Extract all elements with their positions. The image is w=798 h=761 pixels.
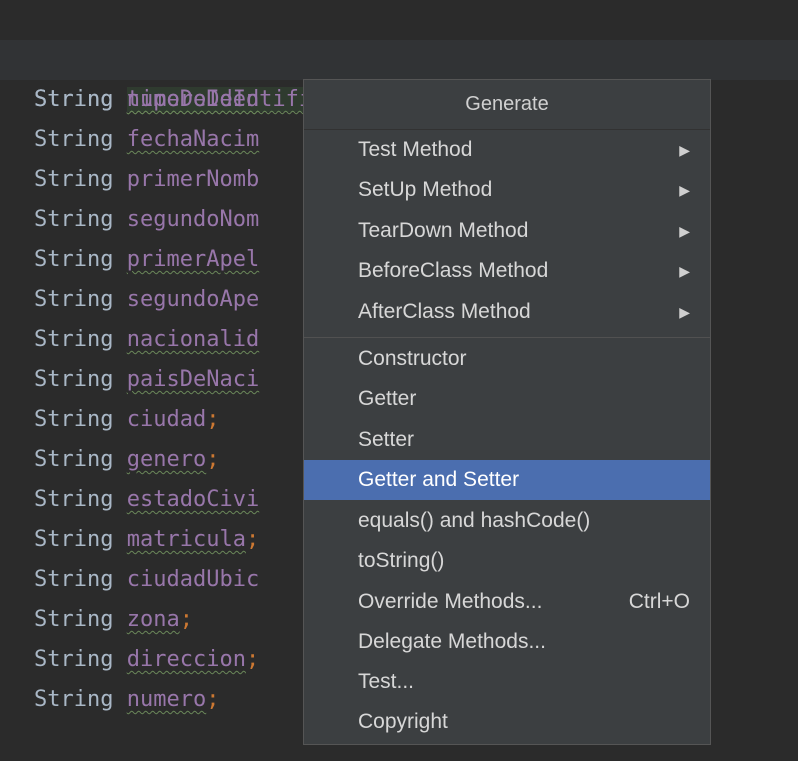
menu-separator bbox=[304, 337, 710, 338]
submenu-arrow-icon: ▶ bbox=[679, 223, 690, 239]
type-keyword: String bbox=[34, 327, 114, 352]
type-keyword: String bbox=[34, 447, 114, 472]
field-name[interactable]: fechaNacim bbox=[127, 127, 259, 152]
type-keyword: String bbox=[34, 87, 114, 112]
shortcut-label: Ctrl+O bbox=[628, 590, 690, 613]
semicolon: ; bbox=[179, 607, 193, 632]
code-line[interactable]: String segundoNom bbox=[34, 200, 259, 240]
menu-item-test-method[interactable]: Test Method ▶ bbox=[304, 130, 710, 170]
menu-item-label: Delegate Methods... bbox=[358, 630, 546, 653]
semicolon: ; bbox=[206, 447, 220, 472]
menu-item-label: Constructor bbox=[358, 347, 467, 370]
field-name[interactable]: numero bbox=[127, 687, 206, 712]
menu-item-teardown-method[interactable]: TearDown Method ▶ bbox=[304, 211, 710, 251]
menu-item-label: toString() bbox=[358, 549, 445, 572]
type-keyword: String bbox=[34, 127, 114, 152]
type-keyword: String bbox=[34, 647, 114, 672]
field-name[interactable]: primerNomb bbox=[127, 167, 259, 192]
code-line[interactable]: String estadoCivi bbox=[34, 480, 259, 520]
code-line[interactable]: String genero; bbox=[34, 440, 219, 480]
submenu-arrow-icon: ▶ bbox=[679, 182, 690, 198]
type-keyword: String bbox=[34, 207, 114, 232]
type-keyword: String bbox=[34, 367, 114, 392]
code-line[interactable]: String fechaNacim bbox=[34, 120, 259, 160]
field-name[interactable]: segundoApe bbox=[127, 287, 259, 312]
semicolon: ; bbox=[245, 647, 260, 672]
code-line[interactable]: String nacionalid bbox=[34, 320, 259, 360]
menu-item-label: Getter and Setter bbox=[358, 468, 520, 491]
field-name[interactable]: matricula bbox=[127, 527, 246, 552]
menu-item-label: Getter bbox=[358, 387, 417, 410]
field-name[interactable]: ciudadUbic bbox=[127, 567, 259, 592]
field-name[interactable]: genero bbox=[127, 447, 206, 472]
type-keyword: String bbox=[34, 407, 114, 432]
menu-item-tostring[interactable]: toString() bbox=[304, 541, 710, 581]
field-name[interactable]: paisDeNaci bbox=[127, 367, 259, 392]
field-name[interactable]: estadoCivi bbox=[127, 487, 259, 512]
submenu-arrow-icon: ▶ bbox=[679, 263, 690, 279]
submenu-arrow-icon: ▶ bbox=[679, 142, 690, 158]
menu-item-copyright[interactable]: Copyright bbox=[304, 702, 710, 742]
type-keyword: String bbox=[34, 687, 114, 712]
menu-item-label: SetUp Method bbox=[358, 178, 493, 201]
field-name[interactable]: zona bbox=[127, 607, 180, 632]
code-line[interactable]: String primerNomb bbox=[34, 160, 259, 200]
menu-item-label: equals() and hashCode() bbox=[358, 509, 591, 532]
menu-item-afterclass-method[interactable]: AfterClass Method ▶ bbox=[304, 292, 710, 332]
type-keyword: String bbox=[34, 167, 114, 192]
semicolon: ; bbox=[206, 407, 220, 432]
popup-title: Generate bbox=[304, 80, 710, 130]
semicolon: ; bbox=[245, 527, 260, 552]
editor-top-strip bbox=[0, 0, 798, 38]
generate-popup[interactable]: Generate Test Method ▶ SetUp Method ▶ Te… bbox=[303, 79, 711, 745]
field-name[interactable]: primerApel bbox=[127, 247, 259, 272]
code-line[interactable]: String numeroDeId bbox=[34, 80, 259, 120]
code-line[interactable]: String segundoApe bbox=[34, 280, 259, 320]
code-line[interactable]: String ciudad; bbox=[34, 400, 219, 440]
menu-item-equals-hashcode[interactable]: equals() and hashCode() bbox=[304, 501, 710, 541]
semicolon: ; bbox=[206, 687, 220, 712]
menu-item-label: Override Methods... bbox=[358, 590, 543, 613]
code-line[interactable]: String numero; bbox=[34, 680, 219, 720]
menu-item-label: Test Method bbox=[358, 138, 473, 161]
code-line[interactable]: String paisDeNaci bbox=[34, 360, 259, 400]
menu-item-beforeclass-method[interactable]: BeforeClass Method ▶ bbox=[304, 251, 710, 291]
menu-item-setter[interactable]: Setter bbox=[304, 420, 710, 460]
field-name[interactable]: numeroDeId bbox=[127, 87, 259, 112]
code-line[interactable]: String matricula; bbox=[34, 520, 259, 560]
menu-item-delegate-methods[interactable]: Delegate Methods... bbox=[304, 622, 710, 662]
menu-item-getter[interactable]: Getter bbox=[304, 379, 710, 419]
menu-item-label: Test... bbox=[358, 670, 415, 693]
menu-item-label: Setter bbox=[358, 428, 415, 451]
type-keyword: String bbox=[34, 247, 114, 272]
code-line[interactable]: String zona; bbox=[34, 600, 193, 640]
menu-item-setup-method[interactable]: SetUp Method ▶ bbox=[304, 170, 710, 210]
menu-item-label: AfterClass Method bbox=[358, 300, 531, 323]
menu-item-label: BeforeClass Method bbox=[358, 259, 549, 282]
type-keyword: String bbox=[34, 607, 114, 632]
field-name[interactable]: nacionalid bbox=[127, 327, 259, 352]
menu-item-label: TearDown Method bbox=[358, 219, 529, 242]
type-keyword: String bbox=[34, 527, 114, 552]
code-line[interactable]: String tipoDeIdentificacion; bbox=[0, 40, 798, 112]
submenu-arrow-icon: ▶ bbox=[679, 304, 690, 320]
field-name[interactable]: direccion bbox=[127, 647, 246, 672]
menu-item-constructor[interactable]: Constructor bbox=[304, 339, 710, 379]
field-name[interactable]: segundoNom bbox=[127, 207, 259, 232]
type-keyword: String bbox=[34, 567, 114, 592]
menu-item-label: Copyright bbox=[358, 710, 448, 733]
menu-item-test[interactable]: Test... bbox=[304, 662, 710, 702]
code-line[interactable]: String direccion; bbox=[34, 640, 259, 680]
menu-item-getter-and-setter[interactable]: Getter and Setter bbox=[304, 460, 710, 500]
type-keyword: String bbox=[34, 287, 114, 312]
menu-item-override-methods[interactable]: Override Methods... Ctrl+O bbox=[304, 582, 710, 622]
field-name[interactable]: ciudad bbox=[127, 407, 206, 432]
code-line[interactable]: String ciudadUbic bbox=[34, 560, 259, 600]
type-keyword: String bbox=[34, 487, 114, 512]
code-line[interactable]: String primerApel bbox=[34, 240, 259, 280]
